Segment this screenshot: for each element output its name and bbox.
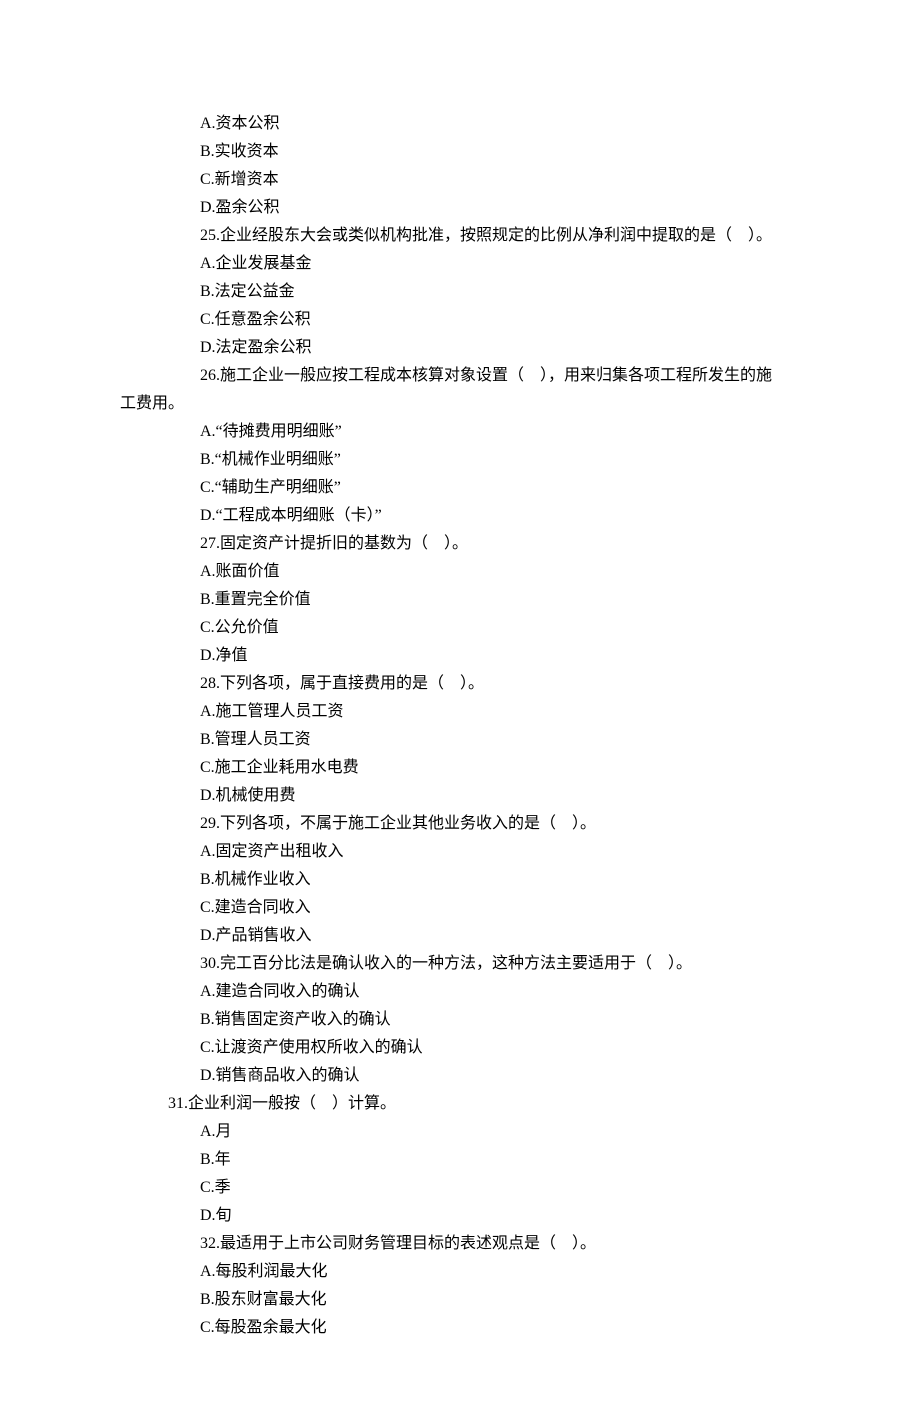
text-line: D.法定盈余公积 — [120, 334, 800, 362]
text-line: 27.固定资产计提折旧的基数为（ ）。 — [120, 530, 800, 558]
document-content: A.资本公积B.实收资本C.新增资本D.盈余公积25.企业经股东大会或类似机构批… — [120, 110, 800, 1342]
text-line: B.管理人员工资 — [120, 726, 800, 754]
text-line: C.新增资本 — [120, 166, 800, 194]
text-line: D.“工程成本明细账（卡）” — [120, 502, 800, 530]
text-line: D.旬 — [120, 1202, 800, 1230]
text-line: A.资本公积 — [120, 110, 800, 138]
text-line: B.年 — [120, 1146, 800, 1174]
text-line: C.季 — [120, 1174, 800, 1202]
text-line: C.“辅助生产明细账” — [120, 474, 800, 502]
text-line: C.让渡资产使用权所收入的确认 — [120, 1034, 800, 1062]
text-line: 28.下列各项，属于直接费用的是（ ）。 — [120, 670, 800, 698]
text-line: 30.完工百分比法是确认收入的一种方法，这种方法主要适用于（ ）。 — [120, 950, 800, 978]
text-line: A.企业发展基金 — [120, 250, 800, 278]
text-line: D.销售商品收入的确认 — [120, 1062, 800, 1090]
text-line: 31.企业利润一般按（ ）计算。 — [120, 1090, 800, 1118]
text-line: A.账面价值 — [120, 558, 800, 586]
text-line: B.销售固定资产收入的确认 — [120, 1006, 800, 1034]
text-line: A.月 — [120, 1118, 800, 1146]
text-line: A.“待摊费用明细账” — [120, 418, 800, 446]
text-line: B.股东财富最大化 — [120, 1286, 800, 1314]
text-line: B.重置完全价值 — [120, 586, 800, 614]
text-line: A.固定资产出租收入 — [120, 838, 800, 866]
text-line: C.每股盈余最大化 — [120, 1314, 800, 1342]
text-line: C.公允价值 — [120, 614, 800, 642]
text-line: 25.企业经股东大会或类似机构批准，按照规定的比例从净利润中提取的是（ ）。 — [120, 222, 800, 250]
text-line: 26.施工企业一般应按工程成本核算对象设置（ ），用来归集各项工程所发生的施 — [120, 362, 800, 390]
text-line: 32.最适用于上市公司财务管理目标的表述观点是（ ）。 — [120, 1230, 800, 1258]
text-line: A.每股利润最大化 — [120, 1258, 800, 1286]
text-line: 29.下列各项，不属于施工企业其他业务收入的是（ ）。 — [120, 810, 800, 838]
text-line: B.法定公益金 — [120, 278, 800, 306]
text-line: D.产品销售收入 — [120, 922, 800, 950]
text-line: D.盈余公积 — [120, 194, 800, 222]
text-line: C.任意盈余公积 — [120, 306, 800, 334]
text-line: C.施工企业耗用水电费 — [120, 754, 800, 782]
text-line: B.机械作业收入 — [120, 866, 800, 894]
text-line: B.“机械作业明细账” — [120, 446, 800, 474]
text-line: A.施工管理人员工资 — [120, 698, 800, 726]
text-line: B.实收资本 — [120, 138, 800, 166]
text-line: D.净值 — [120, 642, 800, 670]
text-line: A.建造合同收入的确认 — [120, 978, 800, 1006]
text-line: 工费用。 — [120, 390, 800, 418]
document-page: A.资本公积B.实收资本C.新增资本D.盈余公积25.企业经股东大会或类似机构批… — [0, 0, 920, 1422]
text-line: D.机械使用费 — [120, 782, 800, 810]
text-line: C.建造合同收入 — [120, 894, 800, 922]
